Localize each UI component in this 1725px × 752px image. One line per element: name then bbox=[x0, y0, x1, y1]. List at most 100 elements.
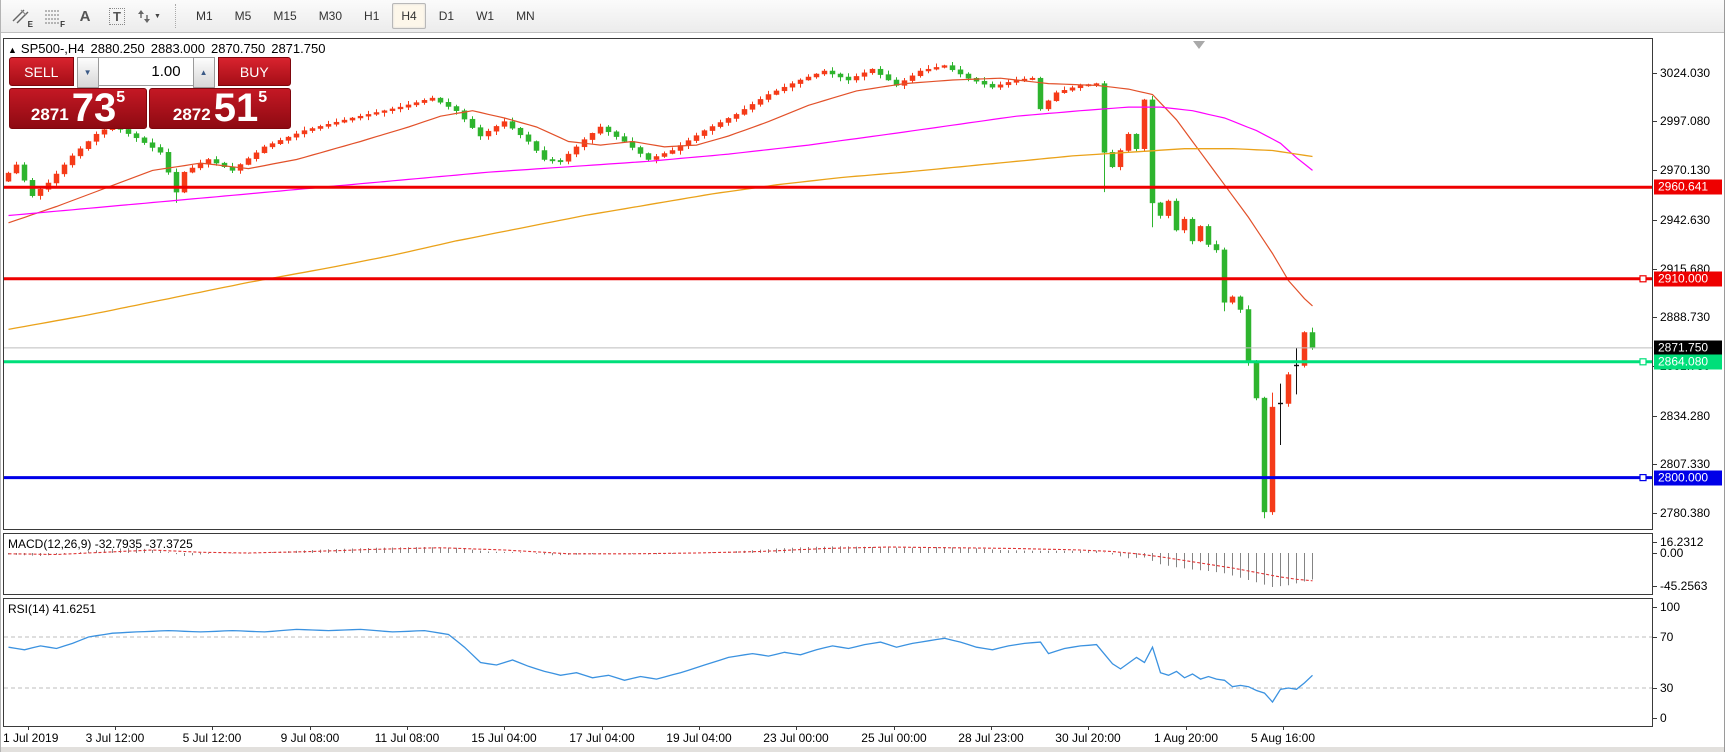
buy-price-prefix: 2872 bbox=[173, 105, 211, 125]
volume-input[interactable] bbox=[99, 57, 193, 86]
time-axis-label: 5 Aug 16:00 bbox=[1251, 731, 1315, 745]
volume-increase-button[interactable]: ▲ bbox=[193, 57, 215, 88]
time-axis-label: 1 Jul 2019 bbox=[3, 731, 58, 745]
indicator-axis-tick bbox=[1653, 542, 1657, 543]
one-click-trading-panel: SELL ▼ ▲ BUY 2871 73 5 2872 51 5 bbox=[9, 57, 291, 129]
time-axis-tick bbox=[212, 727, 213, 730]
indicator-axis-label: 70 bbox=[1660, 630, 1673, 644]
volume-stepper: ▼ ▲ bbox=[77, 57, 215, 86]
time-axis-tick bbox=[28, 727, 29, 730]
quote-close: 2871.750 bbox=[271, 41, 325, 56]
time-axis-tick bbox=[991, 727, 992, 730]
time-axis-label: 25 Jul 00:00 bbox=[861, 731, 926, 745]
volume-decrease-button[interactable]: ▼ bbox=[77, 57, 99, 88]
quote-open: 2880.250 bbox=[91, 41, 145, 56]
indicator-axis-label: -45.2563 bbox=[1660, 579, 1707, 593]
price-axis-label: 2780.380 bbox=[1660, 506, 1710, 520]
price-axis-tick bbox=[1653, 317, 1657, 318]
time-axis[interactable]: 1 Jul 20193 Jul 12:005 Jul 12:009 Jul 08… bbox=[1, 728, 1652, 747]
price-axis-label: 2970.130 bbox=[1660, 163, 1710, 177]
horizontal-price-lines[interactable] bbox=[4, 187, 1652, 480]
macd-indicator-pane[interactable]: MACD(12,26,9) -32.7935 -37.3725 bbox=[3, 533, 1653, 595]
price-axis-tick bbox=[1653, 416, 1657, 417]
timeframe-h4[interactable]: H4 bbox=[392, 3, 425, 29]
time-axis-label: 9 Jul 08:00 bbox=[281, 731, 340, 745]
price-axis-tick bbox=[1653, 121, 1657, 122]
time-axis-tick bbox=[115, 727, 116, 730]
time-axis-tick bbox=[310, 727, 311, 730]
time-axis-tick bbox=[504, 727, 505, 730]
quote-low: 2870.750 bbox=[211, 41, 265, 56]
chart-toolbar: E F A T ▼ M1M5M15M30H1 bbox=[1, 0, 1724, 33]
rsi-chart bbox=[4, 599, 1652, 726]
time-axis-tick bbox=[1186, 727, 1187, 730]
timeframe-mn[interactable]: MN bbox=[507, 3, 544, 29]
quote-header: ▲SP500-,H42880.2502883.0002870.7502871.7… bbox=[8, 41, 331, 56]
triangle-up-icon: ▲ bbox=[200, 68, 208, 77]
time-axis-label: 19 Jul 04:00 bbox=[666, 731, 731, 745]
price-axis-tick bbox=[1653, 513, 1657, 514]
time-axis-tick bbox=[894, 727, 895, 730]
arrows-tool[interactable]: ▼ bbox=[135, 2, 163, 30]
text-label-tool[interactable]: T bbox=[103, 2, 131, 30]
buy-price-sup: 5 bbox=[258, 89, 267, 107]
timeframe-m15[interactable]: M15 bbox=[264, 3, 305, 29]
indicator-axis-label: 100 bbox=[1660, 600, 1680, 614]
indicator-axis-tick bbox=[1653, 586, 1657, 587]
collapse-triangle-icon[interactable]: ▲ bbox=[8, 45, 17, 55]
sell-price-prefix: 2871 bbox=[31, 105, 69, 125]
price-axis-tick bbox=[1653, 220, 1657, 221]
sell-button[interactable]: SELL bbox=[9, 57, 74, 86]
price-axis-tick bbox=[1653, 170, 1657, 171]
buy-button[interactable]: BUY bbox=[218, 57, 291, 86]
price-level-badge: 2871.750 bbox=[1654, 341, 1722, 356]
time-axis-tick bbox=[796, 727, 797, 730]
fibonacci-tool[interactable]: F bbox=[39, 2, 67, 30]
indicator-axis-tick bbox=[1653, 688, 1657, 689]
time-axis-label: 3 Jul 12:00 bbox=[86, 731, 145, 745]
price-axis-tick bbox=[1653, 269, 1657, 270]
chart-shift-marker-icon[interactable] bbox=[1193, 41, 1205, 49]
time-axis-label: 23 Jul 00:00 bbox=[763, 731, 828, 745]
price-axis-label: 2807.330 bbox=[1660, 457, 1710, 471]
text-tool-icon: A bbox=[80, 8, 91, 25]
timeframe-m30[interactable]: M30 bbox=[310, 3, 351, 29]
quote-high: 2883.000 bbox=[151, 41, 205, 56]
rsi-label: RSI(14) 41.6251 bbox=[8, 602, 96, 616]
indicator-axis-label: 0.00 bbox=[1660, 546, 1683, 560]
rsi-indicator-pane[interactable]: RSI(14) 41.6251 bbox=[3, 598, 1653, 727]
sell-price-sup: 5 bbox=[116, 89, 125, 107]
price-level-badge: 2864.080 bbox=[1654, 355, 1722, 370]
candles-group bbox=[6, 62, 1315, 518]
price-axis[interactable]: 3024.0302997.0802970.1302942.6302915.680… bbox=[1653, 0, 1725, 752]
time-axis-label: 17 Jul 04:00 bbox=[569, 731, 634, 745]
toolbar-separator bbox=[175, 4, 177, 28]
time-axis-tick bbox=[699, 727, 700, 730]
price-axis-label: 2942.630 bbox=[1660, 213, 1710, 227]
chevron-down-icon[interactable]: ▼ bbox=[154, 13, 161, 20]
time-axis-tick bbox=[407, 727, 408, 730]
arrows-icon bbox=[137, 9, 151, 24]
buy-price-big: 51 bbox=[214, 92, 259, 125]
price-axis-tick bbox=[1653, 464, 1657, 465]
equidistant-channel-tool[interactable]: E bbox=[7, 2, 35, 30]
time-axis-label: 30 Jul 20:00 bbox=[1055, 731, 1120, 745]
buy-price-display[interactable]: 2872 51 5 bbox=[149, 88, 291, 129]
timeframe-w1[interactable]: W1 bbox=[467, 3, 503, 29]
rsi-line bbox=[9, 629, 1313, 702]
timeframe-h1[interactable]: H1 bbox=[355, 3, 388, 29]
timeframe-button-group: M1M5M15M30H1H4D1W1MN bbox=[185, 3, 546, 29]
buy-button-label: BUY bbox=[240, 64, 269, 80]
trading-terminal-window: E F A T ▼ M1M5M15M30H1 bbox=[0, 0, 1725, 752]
timeframe-m1[interactable]: M1 bbox=[187, 3, 222, 29]
ma-slow-line bbox=[9, 149, 1313, 330]
macd-label: MACD(12,26,9) -32.7935 -37.3725 bbox=[8, 537, 193, 551]
timeframe-m5[interactable]: M5 bbox=[226, 3, 261, 29]
price-level-badge: 2800.000 bbox=[1654, 471, 1722, 486]
indicator-axis-label: 30 bbox=[1660, 681, 1673, 695]
text-tool[interactable]: A bbox=[71, 2, 99, 30]
sell-price-display[interactable]: 2871 73 5 bbox=[9, 88, 147, 129]
indicator-axis-tick bbox=[1653, 553, 1657, 554]
time-axis-tick bbox=[1283, 727, 1284, 730]
timeframe-d1[interactable]: D1 bbox=[430, 3, 463, 29]
